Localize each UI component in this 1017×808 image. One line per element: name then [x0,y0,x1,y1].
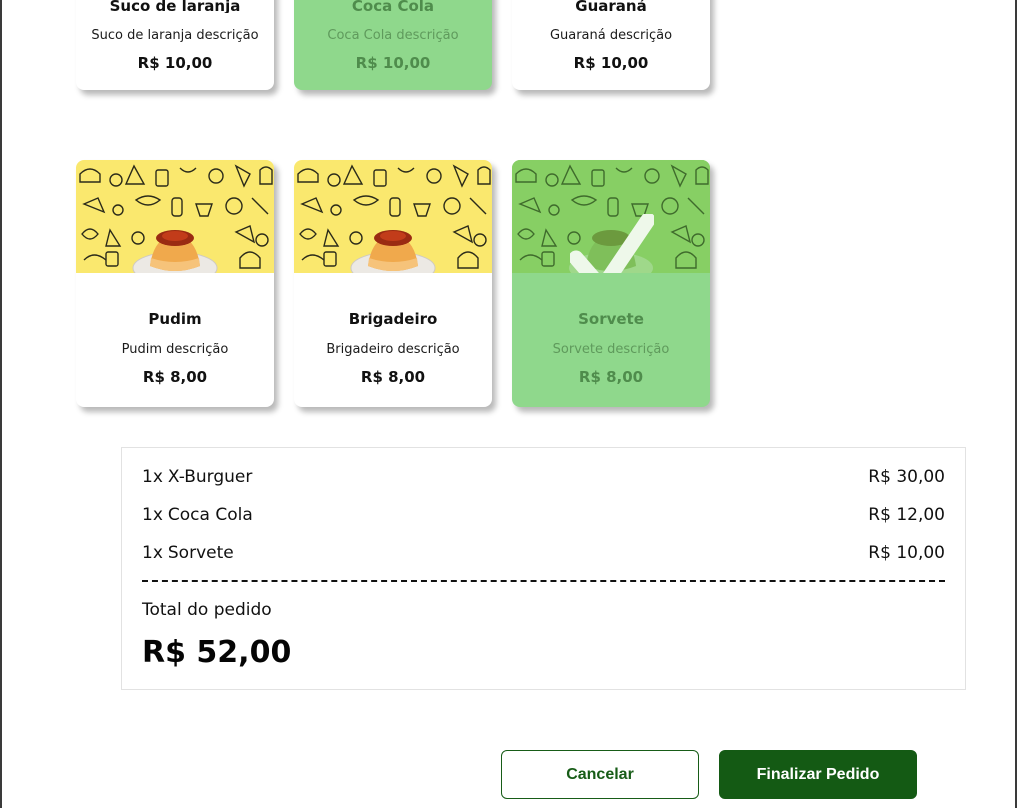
product-name: Coca Cola [351,0,435,13]
product-description: Coca Cola descrição [327,28,459,43]
order-item-price: R$ 30,00 [868,467,945,487]
product-description: Guaraná descrição [549,28,673,43]
product-price: R$ 10,00 [137,54,213,72]
product-name: Sorvete [578,310,644,328]
order-item-name: X-Burguer [167,467,253,487]
window-border-left [0,0,2,808]
product-description: Brigadeiro descrição [326,342,460,357]
product-card-sorvete[interactable]: Sorvete Sorvete descrição R$ 8,00 [512,160,710,407]
order-item-qty: 1x [142,467,163,487]
order-total-value: R$ 52,00 [142,635,292,670]
product-name: Pudim [148,310,202,328]
order-line-item: 1x Coca Cola R$ 12,00 [142,503,945,527]
order-summary: 1x X-Burguer R$ 30,00 1x Coca Cola R$ 12… [121,447,966,690]
dashed-divider [142,580,945,582]
product-name: Suco de laranja [109,0,241,13]
product-card-brigadeiro[interactable]: Brigadeiro Brigadeiro descrição R$ 8,00 [294,160,492,407]
product-image [76,160,274,273]
product-price: R$ 8,00 [142,368,208,386]
order-item-price: R$ 12,00 [868,505,945,525]
product-description: Suco de laranja descrição [91,28,259,43]
product-price: R$ 8,00 [578,368,644,386]
order-item-price: R$ 10,00 [868,543,945,563]
checkmark-icon [570,214,654,273]
order-item-name: Coca Cola [167,505,253,525]
product-card-suco[interactable]: Suco de laranja Suco de laranja descriçã… [76,0,274,90]
product-name: Guaraná [575,0,647,13]
pudding-icon [132,230,218,273]
product-card-guarana[interactable]: Guaraná Guaraná descrição R$ 10,00 [512,0,710,90]
order-line-item: 1x X-Burguer R$ 30,00 [142,465,945,489]
product-description: Pudim descrição [121,342,229,357]
finish-order-button[interactable]: Finalizar Pedido [719,750,917,799]
product-image [512,160,710,273]
order-item-qty: 1x [142,543,163,563]
product-price: R$ 8,00 [360,368,426,386]
product-card-coca-cola[interactable]: Coca Cola Coca Cola descrição R$ 10,00 [294,0,492,90]
product-price: R$ 10,00 [573,54,649,72]
order-line-item: 1x Sorvete R$ 10,00 [142,541,945,565]
cancel-button[interactable]: Cancelar [501,750,699,799]
pudding-icon [350,230,436,273]
product-name: Brigadeiro [348,310,438,328]
product-price: R$ 10,00 [355,54,431,72]
order-item-qty: 1x [142,505,163,525]
product-card-pudim[interactable]: Pudim Pudim descrição R$ 8,00 [76,160,274,407]
order-total-label: Total do pedido [142,600,272,620]
product-image [294,160,492,273]
product-description: Sorvete descrição [552,342,670,357]
order-item-name: Sorvete [167,543,234,563]
